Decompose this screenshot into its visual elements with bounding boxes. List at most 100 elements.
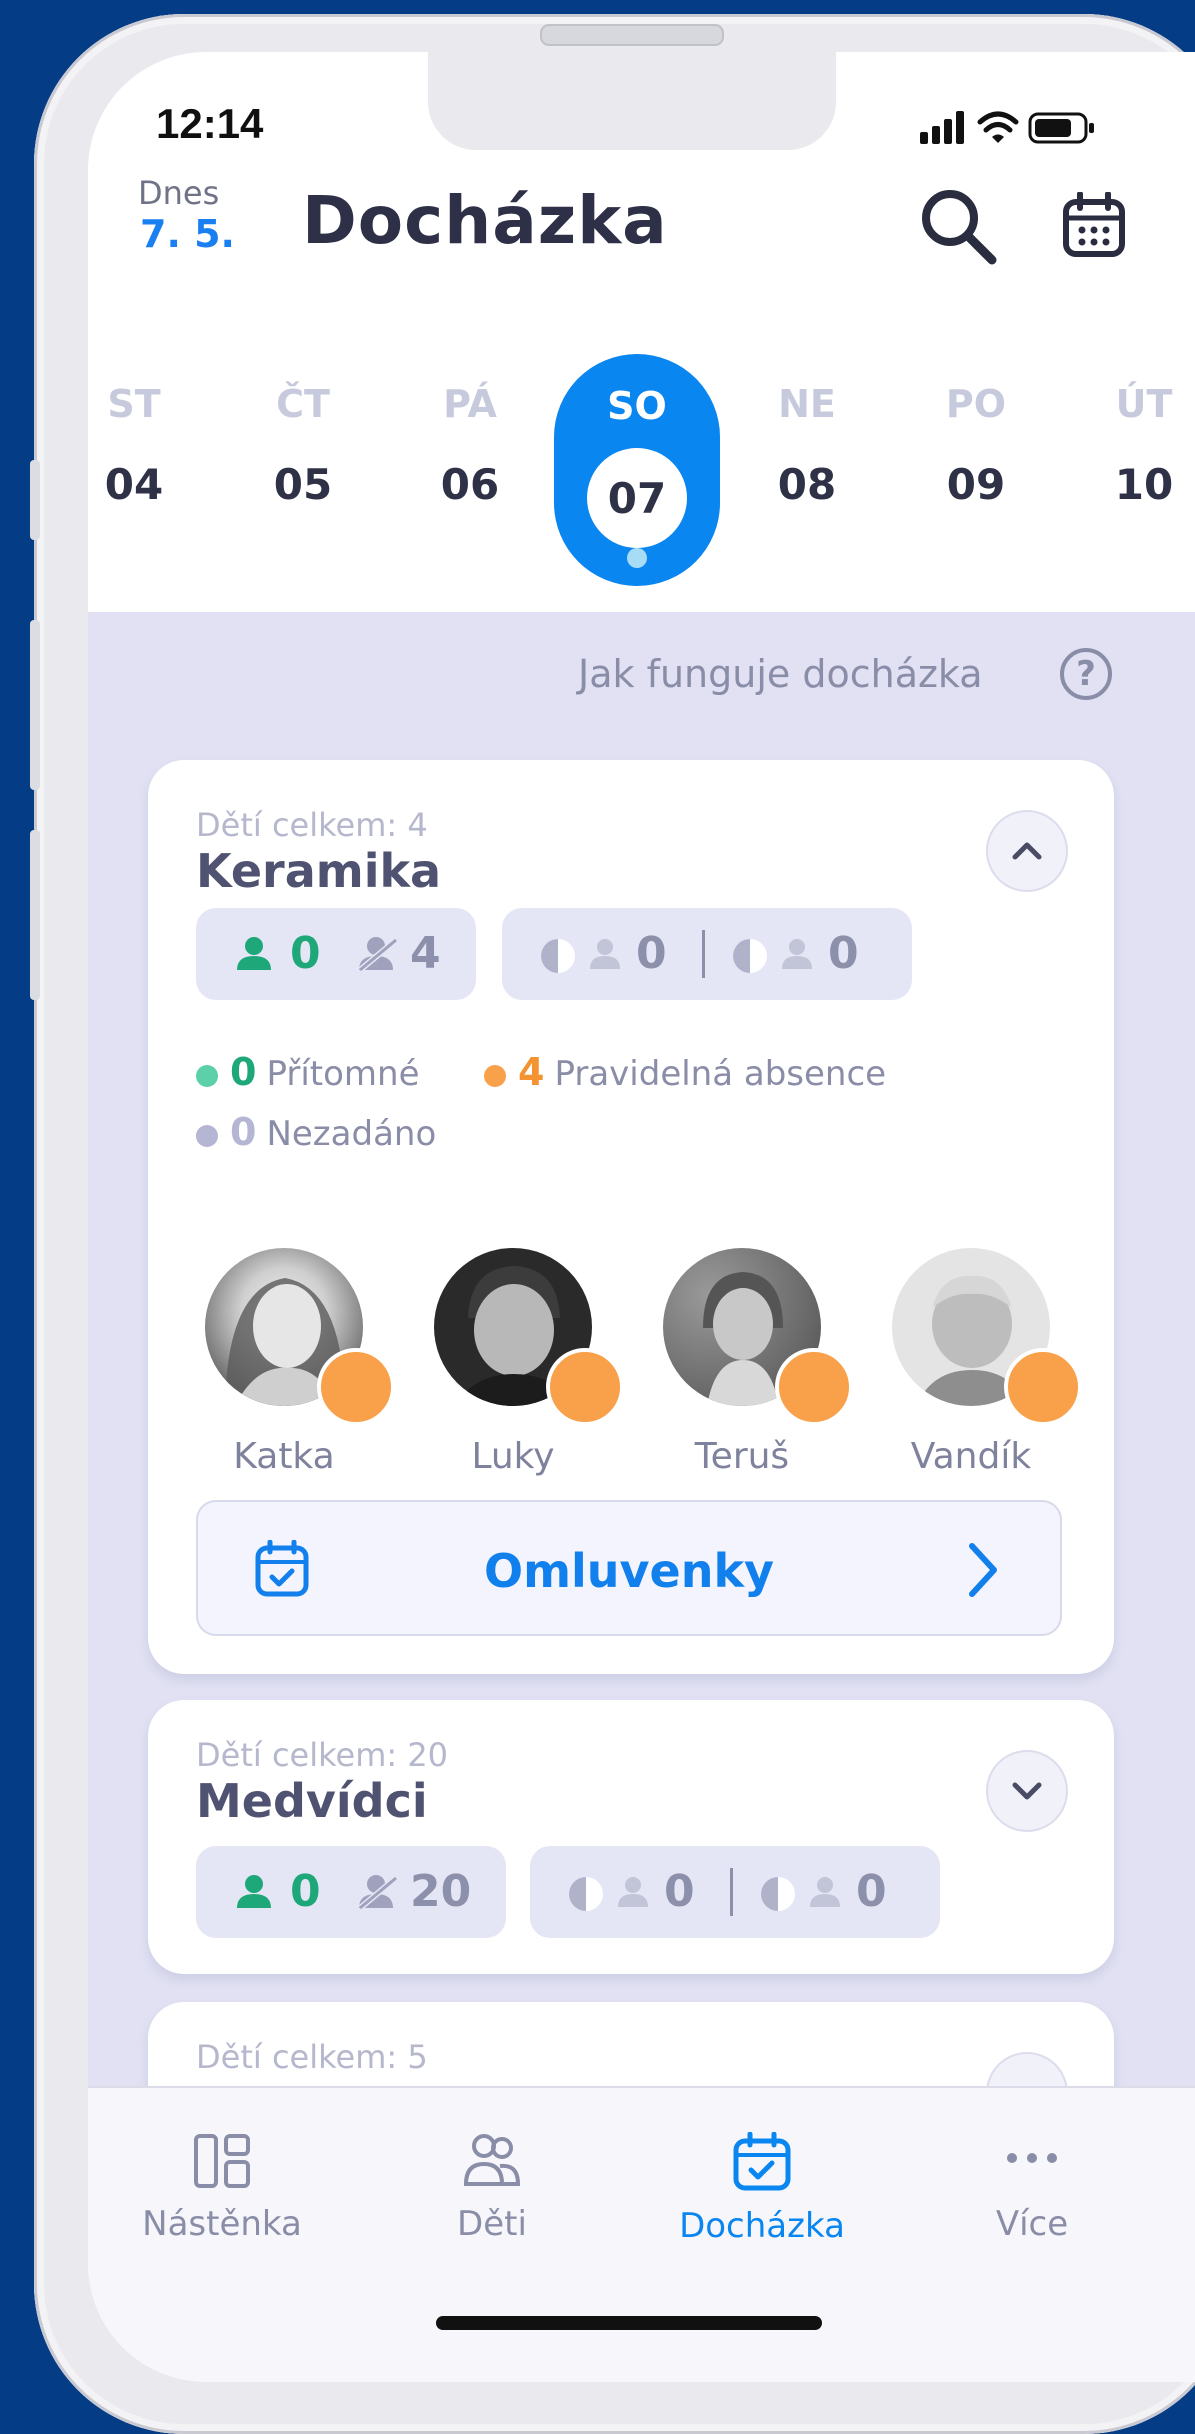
absent-count: 4	[410, 928, 441, 979]
chevron-right-icon	[969, 1543, 997, 1597]
expand-button[interactable]	[986, 1750, 1068, 1832]
tab-attendance[interactable]: Docházka	[652, 2131, 872, 2246]
present-count: 0	[290, 1866, 321, 1917]
child-name: Katka	[233, 1436, 335, 1477]
mute-switch	[30, 460, 40, 540]
phone-speaker	[540, 24, 724, 46]
legend-label: Nezadáno	[266, 1114, 437, 1154]
avatar-wrap	[663, 1248, 853, 1426]
child-name: Luky	[471, 1436, 555, 1477]
child-item[interactable]: Katka	[184, 1248, 395, 1477]
half-day-icon	[761, 1877, 795, 1911]
child-item[interactable]: Teruš	[642, 1248, 853, 1477]
children-count: Dětí celkem: 4	[196, 806, 428, 844]
notch	[428, 52, 836, 150]
day-item[interactable]: PÁ 06	[410, 382, 530, 509]
help-link[interactable]: Jak funguje docházka	[578, 652, 983, 696]
absence-status-dot	[546, 1348, 624, 1426]
present-count: 0	[290, 928, 321, 979]
avatar-wrap	[205, 1248, 395, 1426]
person-absent-icon	[358, 1875, 398, 1910]
excuses-label: Omluvenky	[483, 1544, 775, 1598]
day-of-week: PO	[945, 382, 1007, 426]
half-day-icon	[733, 939, 767, 973]
selected-day-circle: 07	[587, 448, 687, 548]
legend-regular-absence: 4 Pravidelná absence	[484, 1050, 886, 1094]
chevron-up-icon	[1012, 842, 1042, 860]
group-name: Medvídci	[196, 1774, 428, 1828]
tab-label: Více	[995, 2204, 1069, 2244]
volume-up-button	[30, 620, 40, 790]
help-icon[interactable]: ?	[1060, 648, 1112, 700]
attendance-pill: 0 4	[196, 908, 476, 1000]
day-item[interactable]: NE 08	[747, 382, 867, 509]
person-present-icon	[237, 1875, 271, 1908]
child-name: Vandík	[910, 1436, 1032, 1477]
tab-children[interactable]: Děti	[382, 2132, 602, 2244]
day-of-week: ST	[107, 382, 161, 426]
day-item-selected[interactable]: SO 07	[554, 354, 720, 586]
tab-dashboard[interactable]: Nástěnka	[112, 2132, 332, 2244]
bottom-tab-bar: Nástěnka Děti Docházka Více	[88, 2086, 1195, 2382]
day-of-week: PÁ	[443, 382, 497, 426]
day-number: 10	[1114, 460, 1174, 509]
person-present-icon	[237, 937, 271, 970]
children-count: Dětí celkem: 5	[196, 2038, 428, 2076]
attendance-pill: 0 20	[196, 1846, 506, 1938]
half-day-icon	[541, 939, 575, 973]
day-item[interactable]: ST 04	[88, 382, 194, 509]
divider	[702, 930, 705, 978]
legend-label: Přítomné	[266, 1054, 420, 1094]
day-of-week: ČT	[276, 382, 330, 426]
legend-count: 0	[230, 1050, 257, 1094]
day-item[interactable]: ČT 05	[243, 382, 363, 509]
volume-down-button	[30, 830, 40, 1000]
child-item[interactable]: Vandík	[871, 1248, 1082, 1477]
day-item[interactable]: PO 09	[916, 382, 1036, 509]
today-date[interactable]: 7. 5.	[140, 212, 235, 256]
excuses-button[interactable]: Omluvenky	[196, 1500, 1062, 1636]
unset-dot	[196, 1124, 218, 1147]
group-card[interactable]: Dětí celkem: 4 Keramika 0 4 0 0 0 Přítom…	[148, 760, 1114, 1674]
app-screen: 12:14 Dnes 7. 5. Docházka ST 04 ČT 05 PÁ…	[88, 52, 1195, 2382]
more-icon	[1007, 2153, 1057, 2163]
child-item[interactable]: Luky	[413, 1248, 624, 1477]
half-day-pill: 0 0	[530, 1846, 940, 1938]
day-of-week: SO	[607, 384, 667, 428]
child-name: Teruš	[694, 1436, 790, 1477]
half-day-pill: 0 0	[502, 908, 912, 1000]
person-icon	[810, 1877, 840, 1907]
absence-status-dot	[1004, 1348, 1082, 1426]
person-icon	[590, 939, 620, 969]
absence-status-dot	[775, 1348, 853, 1426]
day-of-week: NE	[778, 382, 836, 426]
day-number: 07	[607, 474, 667, 523]
legend-count: 4	[518, 1050, 545, 1094]
morning-count: 0	[636, 928, 667, 979]
calendar-button[interactable]	[1062, 191, 1126, 262]
avatar-wrap	[892, 1248, 1082, 1426]
half-day-icon	[569, 1877, 603, 1911]
day-number: 06	[440, 460, 500, 509]
calendar-check-icon	[733, 2131, 791, 2191]
collapse-button[interactable]	[986, 810, 1068, 892]
page-title: Docházka	[302, 182, 668, 259]
dashboard-icon	[194, 2134, 250, 2188]
day-indicator-dot	[627, 548, 647, 568]
person-absent-icon	[358, 937, 398, 972]
group-card[interactable]: Dětí celkem: 20 Medvídci 0 20 0 0	[148, 1700, 1114, 1974]
home-indicator	[436, 2316, 822, 2330]
day-item[interactable]: ÚT 10	[1084, 382, 1195, 509]
children-count: Dětí celkem: 20	[196, 1736, 449, 1774]
afternoon-count: 0	[828, 928, 859, 979]
person-icon	[618, 1877, 648, 1907]
signal-wifi-battery-icon	[920, 111, 1094, 144]
person-icon	[782, 939, 812, 969]
tab-more[interactable]: Více	[922, 2132, 1142, 2244]
legend-count: 0	[230, 1110, 257, 1154]
status-icons	[918, 106, 1118, 146]
day-of-week: ÚT	[1115, 382, 1173, 426]
children-icon	[463, 2134, 521, 2186]
search-button[interactable]	[916, 184, 1000, 272]
absent-count: 20	[410, 1866, 472, 1917]
